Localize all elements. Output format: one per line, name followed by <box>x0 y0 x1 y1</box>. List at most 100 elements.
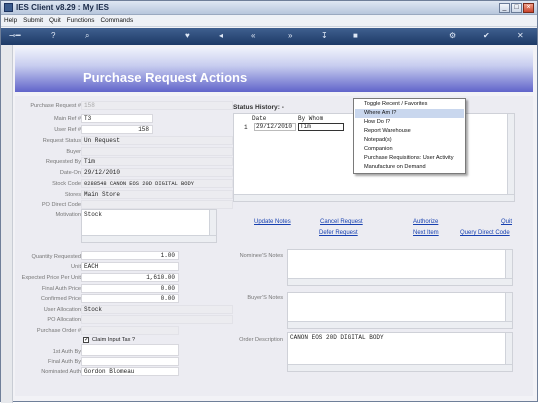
field-label: Unit <box>71 264 81 270</box>
menu-bar: Help Submit Quit Functions Commands <box>1 15 537 27</box>
menu-help[interactable]: Help <box>1 15 20 27</box>
defer-request-link[interactable]: Defer Request <box>319 230 358 236</box>
field-label: User Ref # <box>54 127 81 133</box>
history-date-cell[interactable]: 29/12/2010 <box>254 123 296 131</box>
context-menu: Toggle Recent / Favorites Where Am I? Ho… <box>353 98 466 174</box>
ctx-manufacture-on-demand[interactable]: Manufacture on Demand <box>355 163 464 172</box>
help-icon[interactable]: ? <box>51 31 55 41</box>
field-label: Request Status <box>42 138 81 144</box>
buyer-notes-label: Buyer'S Notes <box>247 295 283 301</box>
checkbox-icon[interactable]: ✓ <box>83 337 89 343</box>
page-title: Purchase Request Actions <box>83 70 248 85</box>
authorize-link[interactable]: Authorize <box>413 219 438 225</box>
field-label: Expected Price Per Unit <box>21 275 81 281</box>
side-strip <box>1 45 13 403</box>
stores-field: Main Store <box>81 190 233 199</box>
close-button[interactable]: × <box>523 3 534 13</box>
field-label: Requested By <box>45 159 81 165</box>
check-icon[interactable]: ✔ <box>483 31 490 41</box>
date-on-field: 29/12/2010 <box>81 168 233 177</box>
purchase-request-number: 158 <box>81 101 233 110</box>
menu-quit[interactable]: Quit <box>46 15 64 27</box>
field-label: Final Auth Price <box>41 286 81 292</box>
po-allocation-field <box>81 315 233 324</box>
menu-commands[interactable]: Commands <box>98 15 137 27</box>
motivation-textarea[interactable]: Stock <box>81 209 217 243</box>
minimize-button[interactable]: _ <box>499 3 510 13</box>
search-icon[interactable]: ⌕ <box>85 31 89 41</box>
app-window: IES Client v8.29 : My IES _ □ × Help Subm… <box>0 0 538 403</box>
field-label: User Allocation <box>43 307 81 313</box>
forward-icon[interactable]: » <box>288 31 292 41</box>
field-label: Stores <box>64 192 81 198</box>
field-label: Quantity Requested <box>31 254 81 260</box>
scrollbar[interactable] <box>507 114 514 201</box>
nominee-notes-textarea[interactable] <box>287 249 513 286</box>
row-number: 1 <box>244 124 248 131</box>
main-ref-field[interactable]: T3 <box>81 114 153 123</box>
confirmed-price-field[interactable]: 0.00 <box>81 294 179 303</box>
key-icon[interactable]: ⊸━ <box>9 31 21 41</box>
col-date-header: Date <box>252 115 267 122</box>
unit-field[interactable]: EACH <box>81 262 179 271</box>
window-title: IES Client v8.29 : My IES <box>16 3 109 12</box>
gear-icon[interactable]: ⚙ <box>449 31 456 41</box>
field-label: Buyer <box>66 149 81 155</box>
quantity-field[interactable]: 1.00 <box>81 251 179 260</box>
cancel-request-link[interactable]: Cancel Request <box>320 219 363 225</box>
history-by-cell[interactable]: Tim <box>298 123 344 131</box>
stock-code-field: 0288548 CANON EOS 20D DIGITAL BODY <box>81 179 233 188</box>
field-label: PO Allocation <box>47 317 81 323</box>
expected-price-field[interactable]: 1,610.00 <box>81 273 179 282</box>
ctx-user-activity[interactable]: Purchase Requisitions: User Activity <box>355 154 464 163</box>
ctx-notepads[interactable]: Notepad(s) <box>355 136 464 145</box>
scrollbar[interactable] <box>288 321 512 328</box>
rewind-icon[interactable]: « <box>251 31 255 41</box>
close-x-icon[interactable]: ✕ <box>517 31 524 41</box>
first-auth-by-field[interactable] <box>81 344 179 356</box>
request-status-field: Un Request <box>81 136 233 145</box>
app-icon <box>4 3 13 12</box>
ctx-how-do-i[interactable]: How Do I? <box>355 118 464 127</box>
scrollbar[interactable] <box>234 194 514 201</box>
ctx-companion[interactable]: Companion <box>355 145 464 154</box>
final-auth-by-field[interactable] <box>81 357 179 366</box>
menu-submit[interactable]: Submit <box>20 15 46 27</box>
title-bar: IES Client v8.29 : My IES _ □ × <box>1 1 537 15</box>
status-history-title: Status History: - <box>233 104 284 111</box>
requested-by-field: Tim <box>81 157 233 166</box>
field-label: PO Direct Code <box>41 202 81 208</box>
po-direct-code-field <box>81 200 233 209</box>
field-label: Confirmed Price <box>40 296 81 302</box>
favorite-heart-icon[interactable]: ♥ <box>185 31 190 41</box>
query-direct-code-link[interactable]: Query Direct Code <box>460 230 510 236</box>
final-auth-price-field[interactable]: 0.00 <box>81 284 179 293</box>
field-label: Motivation <box>55 212 82 218</box>
stop-icon[interactable]: ■ <box>353 31 358 41</box>
scrollbar[interactable] <box>288 278 512 285</box>
scrollbar[interactable] <box>288 364 512 371</box>
update-notes-link[interactable]: Update Notes <box>254 219 291 225</box>
purchase-order-field <box>81 326 179 335</box>
order-description-textarea[interactable]: CANON EOS 20D DIGITAL BODY <box>287 332 513 372</box>
download-icon[interactable]: ↧ <box>321 31 328 41</box>
user-ref-field[interactable]: 158 <box>81 125 153 134</box>
menu-functions[interactable]: Functions <box>64 15 98 27</box>
ctx-where-am-i[interactable]: Where Am I? <box>355 109 464 118</box>
nominated-auth-field[interactable]: Gordon Blomeau <box>81 367 179 376</box>
field-label: Nominated Auth <box>41 369 81 375</box>
quit-link[interactable]: Quit <box>501 219 512 225</box>
scrollbar[interactable] <box>82 235 216 242</box>
motivation-text: Stock <box>84 211 103 218</box>
ctx-toggle-recent[interactable]: Toggle Recent / Favorites <box>355 100 464 109</box>
maximize-button[interactable]: □ <box>511 3 522 13</box>
buyer-field <box>81 147 233 156</box>
order-description-text: CANON EOS 20D DIGITAL BODY <box>290 334 384 341</box>
field-label: Main Ref # <box>53 116 81 122</box>
ctx-report-warehouse[interactable]: Report Warehouse <box>355 127 464 136</box>
next-item-link[interactable]: Next Item <box>413 230 439 236</box>
back-icon[interactable]: ◂ <box>219 31 223 41</box>
order-description-label: Order Description <box>239 337 283 343</box>
buyer-notes-textarea[interactable] <box>287 292 513 329</box>
claim-input-tax-label: Claim Input Tax ? <box>92 337 136 343</box>
